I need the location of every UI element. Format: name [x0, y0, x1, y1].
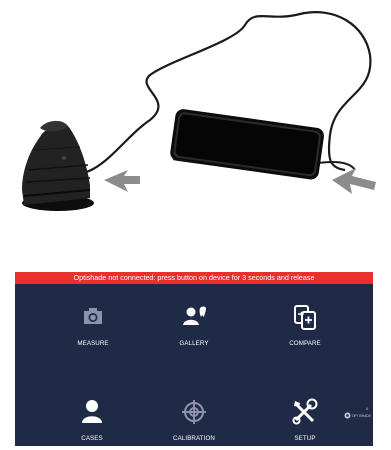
phone-connection-arrow [332, 168, 376, 194]
app-version: 4. [365, 406, 369, 411]
gallery-button[interactable]: GALLERY [144, 303, 244, 361]
connection-warning-banner[interactable]: Optishade not connected: press button on… [15, 272, 373, 284]
setup-button[interactable]: SETUP [255, 398, 355, 446]
measure-label: MEASURE [77, 340, 109, 347]
setup-label: SETUP [294, 435, 316, 442]
optishade-logo-icon [344, 412, 351, 419]
calibration-label: CALIBRATION [173, 435, 215, 442]
device-connection-arrow [104, 170, 140, 192]
compare-label: COMPARE [289, 340, 321, 347]
measure-button[interactable]: MEASURE [43, 303, 143, 361]
tools-icon [292, 398, 318, 425]
smartphone-illustration [170, 109, 324, 180]
patient-tooth-icon [183, 306, 206, 325]
compare-icon [294, 305, 316, 330]
compare-button[interactable]: COMPARE [255, 303, 355, 361]
product-photo [22, 11, 376, 211]
camera-icon [84, 308, 102, 324]
brand-text: OPTISHADE [351, 413, 371, 418]
cases-button[interactable]: CASES [42, 398, 142, 446]
person-icon [82, 400, 102, 423]
gallery-label: GALLERY [179, 340, 209, 347]
calibration-button[interactable]: CALIBRATION [144, 398, 244, 446]
optishade-device-illustration [22, 120, 94, 211]
cases-label: CASES [81, 435, 103, 442]
crosshair-icon [182, 400, 206, 424]
app-home-screen: Optishade not connected: press button on… [15, 272, 373, 446]
brand-logo: OPTISHADE [344, 412, 371, 419]
